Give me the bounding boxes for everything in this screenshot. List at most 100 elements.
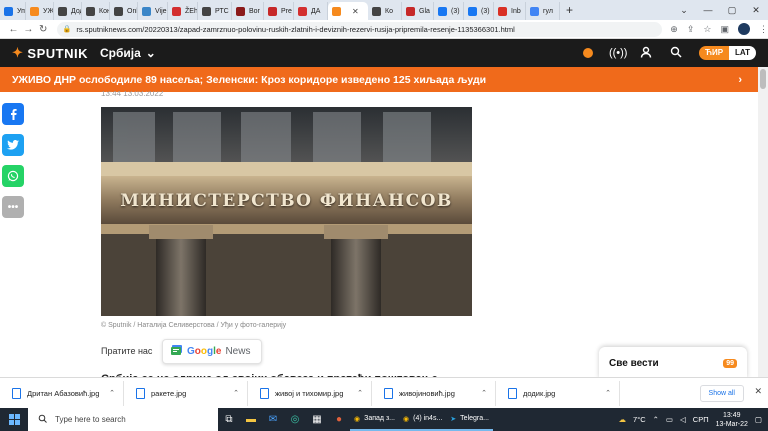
breaking-news-banner[interactable]: УЖИВО ДНР ослободиле 89 насеља; Зеленски…	[0, 67, 758, 92]
region-selector[interactable]: Србија ⌄	[100, 46, 156, 60]
browser-tab[interactable]: Bor	[232, 2, 264, 20]
back-icon[interactable]: ←	[6, 24, 21, 35]
logo-text: SPUTNIK	[27, 45, 88, 61]
script-toggle[interactable]: ЋИР LAT	[698, 46, 756, 60]
tray-chevron-icon[interactable]: ⌃	[653, 415, 659, 424]
taskbar-app-chrome-1[interactable]: ◉ Запад з...	[350, 408, 399, 431]
tab-favicon-icon	[202, 6, 211, 16]
page-scrollbar[interactable]	[758, 67, 768, 377]
browser-tab[interactable]: Gla	[402, 2, 434, 20]
browser-tab[interactable]: ŽEh	[168, 2, 198, 20]
profile-avatar[interactable]	[737, 23, 750, 35]
task-view-icon[interactable]: ⧉	[218, 408, 240, 431]
start-button[interactable]	[0, 408, 28, 431]
zoom-icon[interactable]: ⊕	[670, 24, 678, 35]
taskbar-search[interactable]: Type here to search	[28, 408, 218, 431]
search-icon[interactable]	[669, 46, 683, 61]
whatsapp-share-icon[interactable]	[2, 165, 24, 187]
scrollbar-thumb[interactable]	[760, 69, 766, 89]
browser-tab[interactable]: ДА	[294, 2, 328, 20]
browser-tab[interactable]: РТС	[198, 2, 232, 20]
address-bar[interactable]: 🔒 rs.sputniknews.com/20220313/zapad-zamr…	[56, 21, 663, 37]
browser-tab[interactable]: Pre	[264, 2, 294, 20]
show-all-downloads-button[interactable]: Show all	[699, 385, 744, 402]
chevron-up-icon[interactable]: ⌃	[233, 389, 239, 397]
download-item[interactable]: Дритан Абазовић.jpg ⌃	[0, 380, 124, 406]
store-icon[interactable]: ▦	[306, 408, 328, 431]
taskbar-app-telegram[interactable]: ➤ Telegra...	[446, 408, 493, 431]
photo-caption[interactable]: © Sputnik / Наталија Селиверстова / Уђи …	[101, 322, 286, 329]
clock-date: 13-Mar-22	[715, 420, 748, 428]
download-item[interactable]: живојиновић.jpg ⌃	[372, 380, 496, 406]
chevron-up-icon[interactable]: ⌃	[357, 389, 363, 397]
browser-tab[interactable]: Onl	[110, 2, 138, 20]
download-item[interactable]: живој и тихомир.jpg ⌃	[248, 380, 372, 406]
close-downloads-icon[interactable]: ✕	[754, 386, 762, 397]
menu-kebab-icon[interactable]: ⋮	[759, 24, 768, 35]
mail-icon[interactable]: ✉	[262, 408, 284, 431]
taskbar-app-chrome-2[interactable]: ◉ (4) in4s...	[399, 408, 447, 431]
toolbar-actions: ⊕ ⇪ ☆ ▣ ⋮	[670, 23, 768, 35]
download-item[interactable]: додик.jpg ⌃	[496, 380, 620, 406]
facebook-share-icon[interactable]	[2, 103, 24, 125]
browser-tab[interactable]: Inb	[494, 2, 526, 20]
clock[interactable]: 13:49 13-Mar-22	[716, 411, 748, 429]
notifications-icon[interactable]: ▢	[755, 415, 762, 424]
taskbar-app-label: Запад з...	[364, 415, 395, 422]
browser-tab[interactable]: (3)	[434, 2, 464, 20]
minimize-button[interactable]: —	[696, 5, 720, 15]
new-tab-button[interactable]: +	[566, 3, 573, 17]
close-window-button[interactable]: ✕	[744, 5, 768, 16]
browser-tab[interactable]: ✕	[328, 2, 368, 20]
browser-tab[interactable]: УЖ	[26, 2, 54, 20]
tab-label: ŽEh	[185, 7, 198, 15]
lock-icon[interactable]: 🔒	[63, 25, 72, 33]
tab-favicon-icon	[498, 6, 507, 16]
article-photo[interactable]: МИНИСТЕРСТВО ФИНАНСОВ	[101, 107, 472, 316]
user-icon[interactable]	[639, 46, 653, 61]
system-tray: ☁ 7°C ⌃ ▭ ◁ СРП 13:49 13-Mar-22 ▢	[619, 408, 768, 431]
tab-search-button[interactable]: ⌄	[672, 5, 696, 16]
reload-icon[interactable]: ↻	[36, 24, 51, 35]
keyboard-language[interactable]: СРП	[693, 415, 709, 424]
google-news-button[interactable]: Google News	[162, 339, 262, 364]
powerpoint-icon[interactable]: ●	[328, 408, 350, 431]
tab-favicon-icon	[114, 6, 123, 16]
download-item[interactable]: ракете.jpg ⌃	[124, 380, 248, 406]
all-news-widget[interactable]: Све вести 99	[599, 347, 747, 379]
script-cyrillic[interactable]: ЋИР	[698, 46, 730, 60]
browser-tab[interactable]: Кон	[82, 2, 110, 20]
forward-icon[interactable]: →	[21, 24, 36, 35]
windows-logo-icon	[8, 414, 20, 425]
extensions-icon[interactable]: ▣	[720, 24, 729, 35]
url-text: rs.sputniknews.com/20220313/zapad-zamrzn…	[76, 24, 515, 34]
more-share-icon[interactable]: •••	[2, 196, 24, 218]
browser-tab[interactable]: Ко	[368, 2, 402, 20]
radio-broadcast-icon[interactable]: ((•))	[609, 47, 628, 59]
edge-icon[interactable]: ◎	[284, 408, 306, 431]
twitter-share-icon[interactable]	[2, 134, 24, 156]
chevron-up-icon[interactable]: ⌃	[109, 389, 115, 397]
file-explorer-icon[interactable]: ▬	[240, 408, 262, 431]
network-icon[interactable]: ▭	[666, 415, 673, 424]
chevron-up-icon[interactable]: ⌃	[605, 389, 611, 397]
script-latin[interactable]: LAT	[729, 46, 756, 60]
browser-tab[interactable]: Vije	[138, 2, 168, 20]
volume-icon[interactable]: ◁	[680, 415, 686, 424]
tab-favicon-icon	[372, 6, 381, 16]
weather-temp[interactable]: 7°C	[633, 415, 646, 424]
browser-tab[interactable]: Дод	[54, 2, 82, 20]
bookmark-star-icon[interactable]: ☆	[703, 24, 711, 35]
browser-tab[interactable]: Упр	[0, 2, 26, 20]
weather-icon[interactable]: ☁	[619, 415, 627, 424]
site-logo[interactable]: ✦ SPUTNIK	[12, 45, 88, 61]
share-page-icon[interactable]: ⇪	[687, 24, 695, 35]
maximize-button[interactable]: ▢	[720, 5, 744, 16]
chevron-up-icon[interactable]: ⌃	[481, 389, 487, 397]
browser-tab[interactable]: гул	[526, 2, 560, 20]
site-header: ✦ SPUTNIK Србија ⌄ ((•)) ЋИР LAT	[0, 39, 768, 67]
browser-tab[interactable]: (3)	[464, 2, 494, 20]
close-tab-icon[interactable]: ✕	[352, 7, 359, 16]
tab-favicon-icon	[142, 6, 151, 16]
live-dot-icon[interactable]	[582, 48, 593, 58]
